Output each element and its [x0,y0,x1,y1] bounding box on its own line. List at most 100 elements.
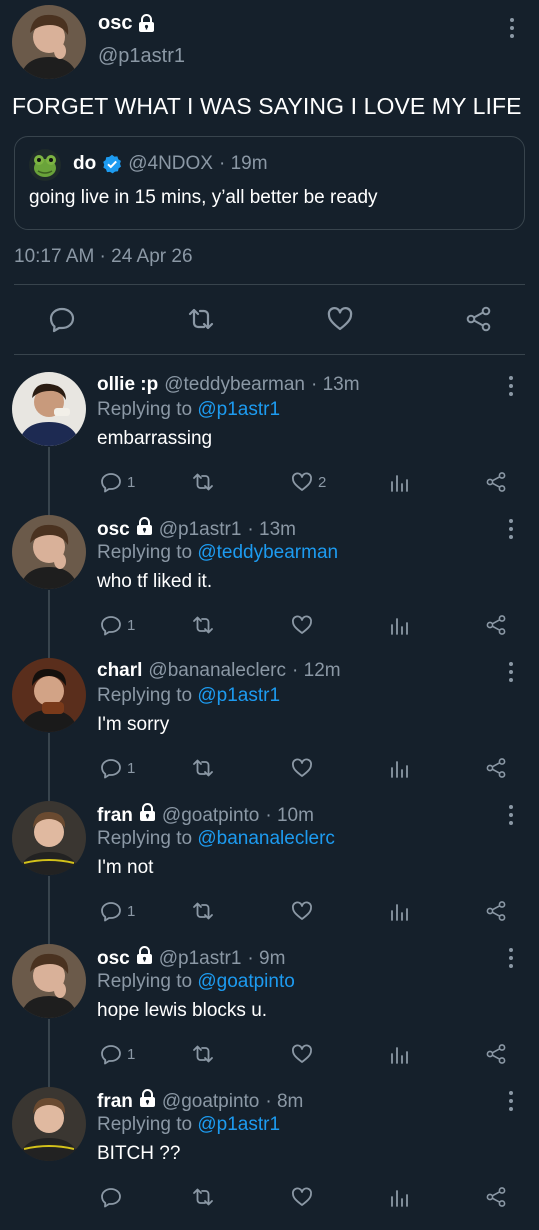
analytics-icon [391,904,408,921]
more-options-icon[interactable] [506,805,516,825]
replying-to-handle[interactable]: @p1astr1 [197,399,280,420]
reply-header: osc @p1astr1 · 9m [97,946,285,971]
like-button[interactable] [291,1185,318,1209]
like-button[interactable] [291,756,318,780]
replying-to-label: Replying to [97,542,193,563]
verified-badge-icon [103,154,122,174]
handle[interactable]: @goatpinto [162,1091,259,1113]
more-options-icon[interactable] [506,662,516,682]
replying-to: Replying to @bananaleclerc [97,828,335,850]
reply-tweet[interactable]: osc @p1astr1 · 9m Replying to @goatpinto… [0,944,539,1087]
retweet-icon [193,902,213,920]
retweet-button[interactable] [192,1185,214,1209]
replying-to-label: Replying to [97,399,193,420]
display-name[interactable]: fran [97,1091,133,1113]
divider [14,284,525,285]
reply-tweet[interactable]: osc @p1astr1 · 13m Replying to @teddybea… [0,515,539,658]
heart-icon [327,307,353,331]
avatar[interactable] [12,372,86,446]
quote-text: going live in 15 mins, y’all better be r… [29,187,378,208]
reply-time: · 8m [265,1090,304,1112]
analytics-icon [391,475,408,492]
like-button[interactable] [291,613,318,637]
lock-slot [136,946,153,971]
reply-button[interactable]: 1 [100,756,135,780]
reply-count: 1 [127,473,136,491]
more-options-icon[interactable] [506,376,516,396]
like-button[interactable] [291,1042,318,1066]
reply-tweet[interactable]: charl @bananaleclerc · 12m Replying to @… [0,658,539,801]
lock-icon [136,946,152,964]
avatar[interactable] [12,515,86,589]
reply-text: I'm sorry [97,714,170,735]
replying-to-handle[interactable]: @p1astr1 [197,1114,280,1135]
handle[interactable]: @p1astr1 [159,519,242,541]
display-name[interactable]: fran [97,805,133,827]
share-button[interactable] [485,613,507,637]
tweet-timestamp[interactable]: 10:17 AM · 24 Apr 26 [14,246,193,268]
reply-tweet[interactable]: fran @goatpinto · 10m Replying to @banan… [0,801,539,944]
reply-button[interactable]: 1 [100,613,135,637]
handle[interactable]: @p1astr1 [98,45,185,68]
reply-text: hope lewis blocks u. [97,1000,268,1021]
more-options-icon[interactable] [506,519,516,539]
reply-button[interactable] [48,305,76,333]
retweet-button[interactable] [192,613,214,637]
more-options-icon[interactable] [506,1091,516,1111]
avatar[interactable] [12,658,86,732]
reply-icon [101,759,121,779]
avatar[interactable] [12,801,86,875]
replying-to: Replying to @p1astr1 [97,685,280,707]
quoted-tweet[interactable]: do @4NDOX · 19m going live in 15 mins, y… [14,136,525,230]
like-button[interactable] [291,899,318,923]
more-options-icon[interactable] [507,18,517,38]
like-button[interactable] [326,305,354,333]
reply-button[interactable]: 1 [100,1042,135,1066]
retweet-button[interactable] [192,1042,214,1066]
handle[interactable]: @teddybearman [164,374,305,396]
lock-icon [139,14,155,32]
share-button[interactable] [485,1042,507,1066]
more-options-icon[interactable] [506,948,516,968]
views-button[interactable] [388,899,410,923]
display-name[interactable]: charl [97,660,142,682]
replying-to-handle[interactable]: @bananaleclerc [197,828,335,849]
share-button[interactable] [485,756,507,780]
reply-button[interactable]: 1 [100,470,135,494]
handle[interactable]: @bananaleclerc [148,660,286,682]
retweet-button[interactable] [192,470,214,494]
handle[interactable]: @goatpinto [162,805,259,827]
retweet-button[interactable] [192,756,214,780]
replying-to-handle[interactable]: @goatpinto [197,971,294,992]
display-name[interactable]: osc [97,948,130,970]
retweet-button[interactable] [187,305,215,333]
views-button[interactable] [388,756,410,780]
avatar[interactable] [12,5,86,79]
share-button[interactable] [485,470,507,494]
heart-icon [292,758,312,777]
lock-icon [139,803,155,821]
retweet-button[interactable] [192,899,214,923]
views-button[interactable] [388,470,410,494]
avatar[interactable] [12,1087,86,1161]
display-name[interactable]: osc [97,519,130,541]
replying-to-handle[interactable]: @teddybearman [197,542,338,563]
reply-tweet[interactable]: ollie :p @teddybearman · 13m Replying to… [0,372,539,515]
reply-text: BITCH ?? [97,1143,181,1164]
replying-to-handle[interactable]: @p1astr1 [197,685,280,706]
lock-icon [136,517,152,535]
handle[interactable]: @p1astr1 [159,948,242,970]
views-button[interactable] [388,1042,410,1066]
display-name[interactable]: osc [98,12,155,35]
display-name[interactable]: ollie :p [97,374,158,396]
share-button[interactable] [485,899,507,923]
reply-tweet[interactable]: fran @goatpinto · 8m Replying to @p1astr… [0,1087,539,1230]
like-button[interactable]: 2 [291,470,326,494]
share-button[interactable] [465,305,493,333]
share-button[interactable] [485,1185,507,1209]
views-button[interactable] [388,1185,410,1209]
views-button[interactable] [388,613,410,637]
avatar[interactable] [12,944,86,1018]
reply-button[interactable] [100,1185,127,1209]
reply-button[interactable]: 1 [100,899,135,923]
